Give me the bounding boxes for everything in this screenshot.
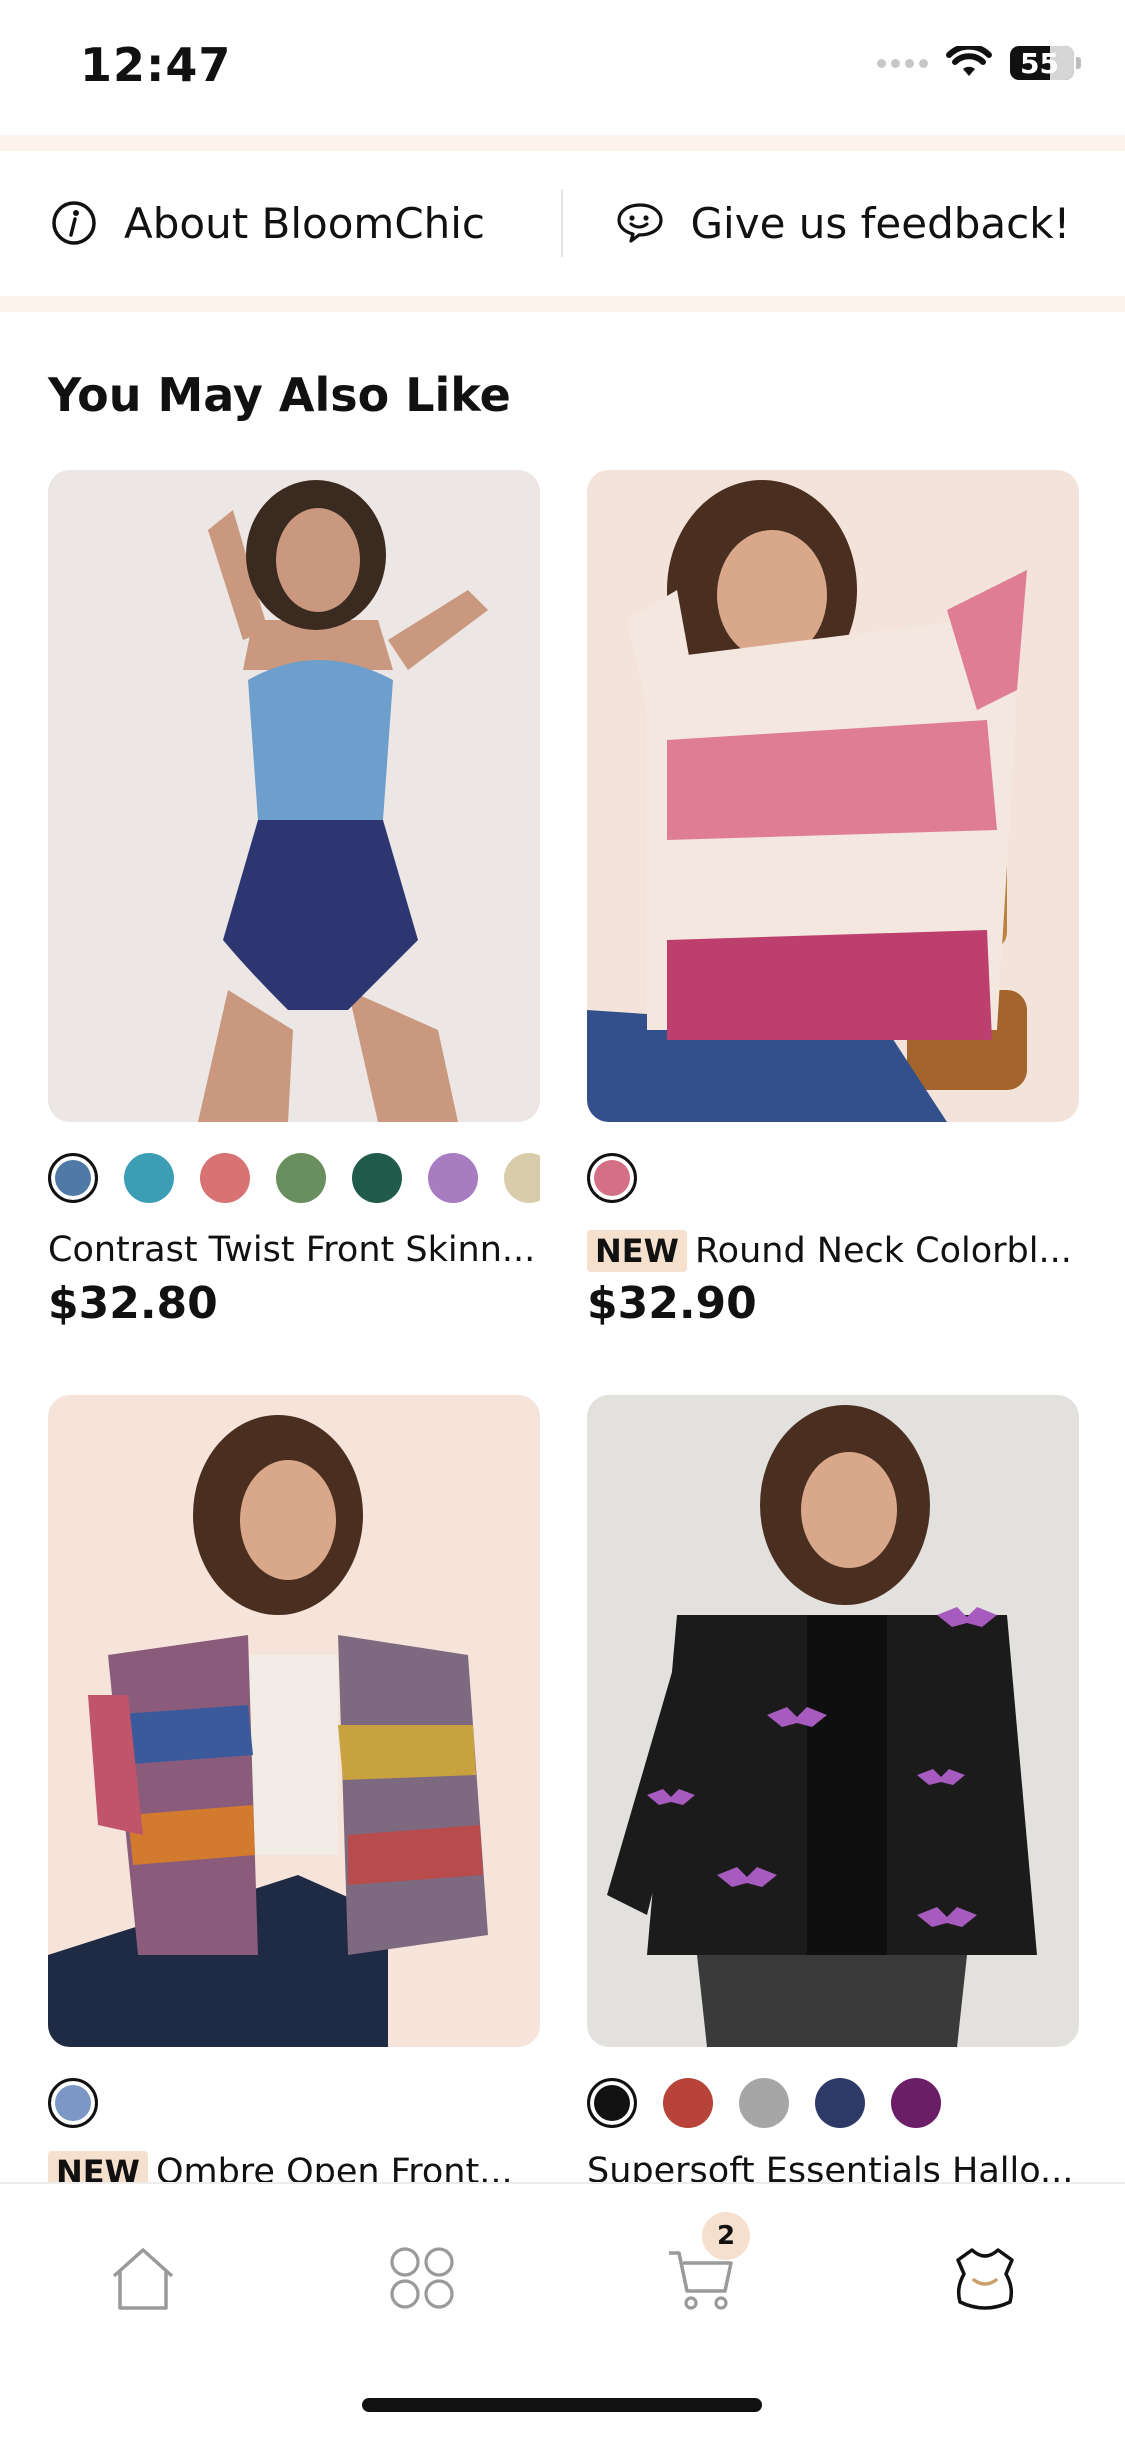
product-image[interactable] [587,470,1079,1122]
color-swatch[interactable] [352,1153,402,1203]
feedback-icon [615,201,665,245]
home-icon [108,2246,178,2312]
product-name-text: Round Neck Colorbl... [695,1231,1072,1271]
color-swatch[interactable] [276,1153,326,1203]
product-price: $32.90 [587,1278,757,1329]
product-image[interactable] [48,470,540,1122]
product-name[interactable]: NEW Round Neck Colorbl... [587,1230,1079,1272]
color-swatch[interactable] [587,1153,637,1203]
color-swatch[interactable] [891,2078,941,2128]
color-swatch[interactable] [200,1153,250,1203]
color-swatches [48,1150,540,1206]
status-time: 12:47 [80,38,231,92]
info-icon [50,199,98,247]
color-swatches [587,1150,1079,1206]
color-swatch[interactable] [587,2078,637,2128]
color-swatch[interactable] [815,2078,865,2128]
color-swatch[interactable] [48,1153,98,1203]
color-swatch[interactable] [739,2078,789,2128]
color-swatch[interactable] [504,1153,540,1203]
divider-band [0,135,1125,151]
cellular-signal-icon [877,59,928,68]
color-swatch[interactable] [428,1153,478,1203]
product-card[interactable]: Supersoft Essentials Hallo... [587,1395,1079,2182]
color-swatches [48,2075,540,2131]
product-card[interactable]: NEW Ombre Open Front... [48,1395,540,2182]
account-dress-icon [950,2244,1020,2314]
about-label: About BloomChic [124,199,485,248]
info-links-row: About BloomChic Give us feedback! [0,150,1125,296]
tab-home[interactable] [98,2234,188,2324]
product-name[interactable]: Contrast Twist Front Skinn... [48,1230,540,1270]
divider-band [0,296,1125,312]
product-card[interactable]: Contrast Twist Front Skinn... $32.80 [48,470,540,1350]
cart-count-badge: 2 [702,2212,750,2260]
product-image[interactable] [48,1395,540,2047]
battery-icon: 55 [1010,46,1081,80]
color-swatch[interactable] [663,2078,713,2128]
product-card[interactable]: NEW Round Neck Colorbl... $32.90 [587,470,1079,1350]
categories-icon [387,2244,459,2314]
about-link[interactable]: About BloomChic [0,150,561,296]
tab-categories[interactable] [378,2234,468,2324]
tab-account[interactable] [940,2234,1030,2324]
wifi-icon [946,46,992,80]
product-price: $32.80 [48,1278,218,1329]
color-swatches [587,2075,1079,2131]
section-title: You May Also Like [48,368,511,422]
product-name-text: Contrast Twist Front Skinn... [48,1230,535,1270]
new-badge: NEW [587,1230,687,1272]
color-swatch[interactable] [48,2078,98,2128]
status-bar: 12:47 55 [0,0,1125,135]
feedback-link[interactable]: Give us feedback! [563,150,1125,296]
battery-level: 55 [1020,47,1059,80]
product-image[interactable] [587,1395,1079,2047]
feedback-label: Give us feedback! [691,199,1071,248]
status-icons: 55 [877,46,1081,80]
color-swatch[interactable] [124,1153,174,1203]
home-indicator [362,2398,762,2412]
